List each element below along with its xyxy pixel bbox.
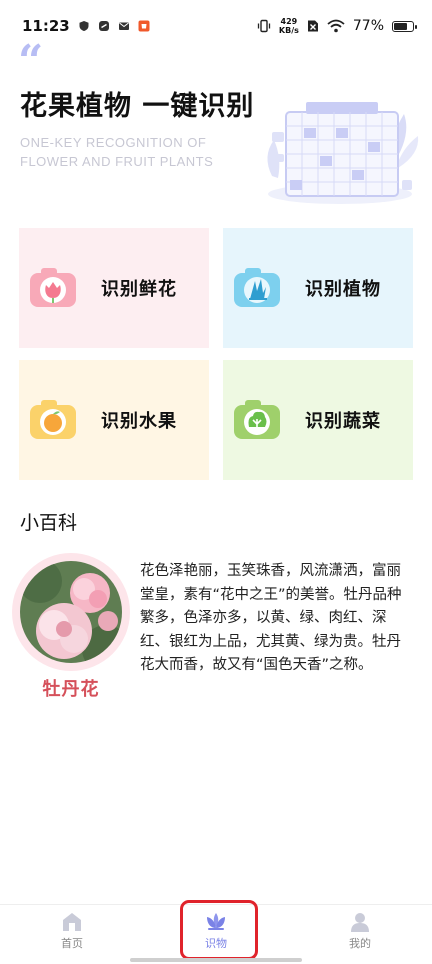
wifi-icon bbox=[327, 19, 345, 33]
plant-camera-icon bbox=[234, 268, 280, 307]
peony-photo bbox=[20, 561, 122, 663]
home-icon bbox=[63, 913, 81, 931]
feature-label-fruit: 识别水果 bbox=[101, 411, 177, 432]
hero-title: 花果植物 一键识别 bbox=[20, 91, 255, 122]
nav-label-home: 首页 bbox=[61, 937, 83, 950]
plant-description: 花色泽艳丽，玉笑珠香，风流潇洒，富丽堂皇，素有“花中之王”的美誉。牡丹品种繁多，… bbox=[140, 563, 402, 673]
feature-label-plant: 识别植物 bbox=[305, 279, 381, 300]
nav-item-profile[interactable]: 我的 bbox=[320, 911, 400, 951]
quote-mark-icon: “ bbox=[18, 36, 44, 87]
mail-icon bbox=[118, 22, 129, 30]
network-speed-value: 429 bbox=[280, 17, 298, 26]
user-icon bbox=[351, 913, 369, 932]
feature-card-vegetable[interactable]: 识别蔬菜 bbox=[223, 360, 413, 480]
status-time: 11:23 bbox=[22, 17, 70, 35]
hero-subtitle: ONE-KEY RECOGNITION OF FLOWER AND FRUIT … bbox=[20, 133, 213, 171]
feature-label-vegetable: 识别蔬菜 bbox=[305, 411, 381, 432]
battery-icon bbox=[392, 20, 417, 32]
network-speed: 429 KB/s bbox=[279, 17, 299, 35]
feature-card-fruit[interactable]: 识别水果 bbox=[19, 360, 209, 480]
status-right: 429 KB/s 77% bbox=[257, 17, 417, 35]
flower-camera-icon bbox=[30, 268, 76, 307]
hero-subtitle-line1: ONE-KEY RECOGNITION OF bbox=[20, 135, 207, 150]
vegetable-camera-icon bbox=[234, 400, 280, 439]
fruit-camera-icon bbox=[30, 400, 76, 439]
hero-subtitle-line2: FLOWER AND FRUIT PLANTS bbox=[20, 154, 214, 169]
section-title-encyclopedia: 小百科 bbox=[20, 512, 78, 534]
feature-card-flower[interactable]: 识别鲜花 bbox=[19, 228, 209, 348]
feature-card-plant[interactable]: 识别植物 bbox=[223, 228, 413, 348]
home-indicator[interactable] bbox=[130, 958, 302, 962]
highlight-annotation-box bbox=[180, 900, 258, 960]
no-sim-icon bbox=[307, 20, 318, 32]
feature-label-flower: 识别鲜花 bbox=[101, 279, 177, 300]
battery-level bbox=[394, 22, 407, 30]
shopping-app-icon bbox=[138, 20, 150, 32]
recognition-illustration bbox=[267, 102, 419, 204]
app-notification-icon bbox=[98, 21, 109, 31]
status-bar: 11:23 429 KB/s 77% bbox=[0, 0, 432, 52]
app-screen: 11:23 429 KB/s 77% “ 花果植物 一键识别 ONE-KEY R… bbox=[0, 0, 432, 964]
nav-label-profile: 我的 bbox=[349, 937, 371, 950]
battery-percent: 77% bbox=[352, 18, 384, 34]
encyclopedia-avatar[interactable] bbox=[12, 553, 130, 671]
network-speed-unit: KB/s bbox=[278, 26, 299, 35]
nav-item-home[interactable]: 首页 bbox=[32, 911, 112, 951]
vibrate-icon bbox=[257, 19, 271, 33]
status-left: 11:23 bbox=[22, 17, 150, 35]
plant-name: 牡丹花 bbox=[42, 679, 100, 700]
shield-icon bbox=[79, 21, 89, 31]
